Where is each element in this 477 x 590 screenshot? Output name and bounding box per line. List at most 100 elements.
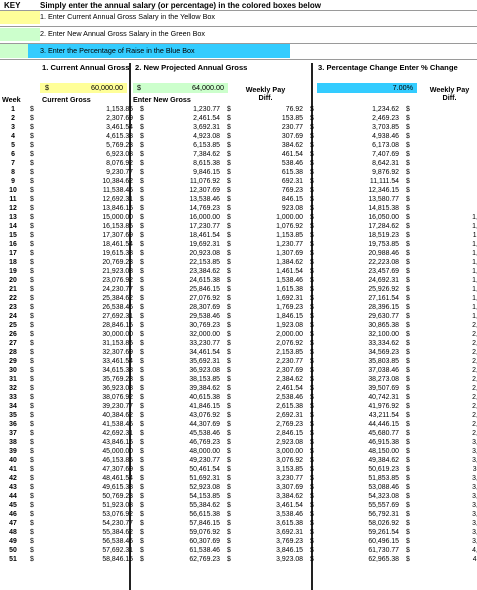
current-gross-cell: 6,923.08 xyxy=(106,151,133,158)
weekly-diff-cell: 1,846.15 xyxy=(276,313,303,320)
current-gross-cell: 20,769.23 xyxy=(102,259,133,266)
percent-gross-cell: 20,988.46 xyxy=(368,250,399,257)
currency-symbol: $ xyxy=(140,106,144,113)
currency-symbol: $ xyxy=(30,385,34,392)
currency-symbol: $ xyxy=(140,268,144,275)
currency-symbol: $ xyxy=(30,538,34,545)
currency-symbol: $ xyxy=(310,106,314,113)
new-gross-cell: 50,461.54 xyxy=(189,466,220,473)
percent-gross-cell: 7,407.69 xyxy=(372,151,399,158)
new-gross-cell: 14,769.23 xyxy=(189,205,220,212)
currency-symbol: $ xyxy=(30,214,34,221)
week-number: 37 xyxy=(9,430,17,437)
currency-symbol: $ xyxy=(30,133,34,140)
currency-symbol: $ xyxy=(30,250,34,257)
currency-symbol: $ xyxy=(140,421,144,428)
currency-symbol: $ xyxy=(30,493,34,500)
new-gross-cell: 30,769.23 xyxy=(189,322,220,329)
percent-gross-cell: 54,323.08 xyxy=(368,493,399,500)
currency-symbol: $ xyxy=(227,448,231,455)
table-row: 20 $23,076.92 $24,615.38 $1,538.46 $24,692.3… xyxy=(0,276,477,285)
currency-symbol: $ xyxy=(310,421,314,428)
currency-symbol: $ xyxy=(406,412,410,419)
currency-symbol: $ xyxy=(227,232,231,239)
currency-symbol: $ xyxy=(140,385,144,392)
current-gross-cell: 17,307.69 xyxy=(102,232,133,239)
new-gross-cell: 61,538.46 xyxy=(189,547,220,554)
currency-symbol: $ xyxy=(30,403,34,410)
currency-symbol: $ xyxy=(30,178,34,185)
currency-symbol: $ xyxy=(30,556,34,563)
currency-symbol: $ xyxy=(406,295,410,302)
percent-gross-cell: 37,038.46 xyxy=(368,367,399,374)
percent-gross-cell: 62,965.38 xyxy=(368,556,399,563)
percent-gross-cell: 51,853.85 xyxy=(368,475,399,482)
currency-symbol: $ xyxy=(30,547,34,554)
weekly-diff-cell: 1,307.69 xyxy=(276,250,303,257)
current-gross-cell: 34,615.38 xyxy=(102,367,133,374)
percent-gross-cell: 38,273.08 xyxy=(368,376,399,383)
table-row: 3 $3,461.54 $3,692.31 $230.77 $3,703.85 $242.… xyxy=(0,123,477,132)
percent-gross-cell: 16,050.00 xyxy=(368,214,399,221)
new-gross-cell: 51,692.31 xyxy=(189,475,220,482)
currency-symbol: $ xyxy=(227,493,231,500)
current-gross-cell: 53,076.92 xyxy=(102,511,133,518)
current-gross-cell: 38,076.92 xyxy=(102,394,133,401)
week-number: 11 xyxy=(9,196,17,203)
new-gross-cell: 40,615.38 xyxy=(189,394,220,401)
currency-symbol: $ xyxy=(30,484,34,491)
section2-title: 2. New Projected Annual Gross xyxy=(135,63,248,72)
week-number: 40 xyxy=(9,457,17,464)
current-gross-cell: 46,153.85 xyxy=(102,457,133,464)
currency-symbol: $ xyxy=(406,502,410,509)
current-gross-cell: 57,692.31 xyxy=(102,547,133,554)
currency-symbol: $ xyxy=(310,115,314,122)
new-gross-input[interactable]: $ 64,000.00 xyxy=(133,83,228,93)
currency-symbol: $ xyxy=(227,142,231,149)
currency-symbol: $ xyxy=(140,331,144,338)
new-gross-cell: 49,230.77 xyxy=(189,457,220,464)
table-row: 34 $39,230.77 $41,846.15 $2,615.38 $41,976.9… xyxy=(0,402,477,411)
percent-weekly-diff-cell: 1,211.54 xyxy=(472,232,477,239)
currency-symbol: $ xyxy=(140,322,144,329)
new-gross-cell: 16,000.00 xyxy=(189,214,220,221)
table-row: 32 $36,923.08 $39,384.62 $2,461.54 $39,507.6… xyxy=(0,384,477,393)
currency-symbol: $ xyxy=(30,412,34,419)
new-gross-cell: 22,153.85 xyxy=(189,259,220,266)
new-gross-cell: 56,615.38 xyxy=(189,511,220,518)
current-gross-cell: 36,923.08 xyxy=(102,385,133,392)
new-gross-cell: 20,923.08 xyxy=(189,250,220,257)
percent-change-input[interactable]: 7.00% xyxy=(317,83,417,93)
percent-weekly-diff-cell: 888.46 xyxy=(420,195,477,204)
weekly-diff-cell: 2,923.08 xyxy=(276,439,303,446)
currency-symbol: $ xyxy=(406,349,410,356)
week-number: 13 xyxy=(9,214,17,221)
weekly-diff-cell: 3,692.31 xyxy=(276,529,303,536)
new-gross-cell: 46,769.23 xyxy=(189,439,220,446)
currency-symbol: $ xyxy=(227,403,231,410)
table-row: 30 $34,615.38 $36,923.08 $2,307.69 $37,038.4… xyxy=(0,366,477,375)
currency-symbol: $ xyxy=(140,196,144,203)
currency-symbol: $ xyxy=(310,412,314,419)
currency-symbol: $ xyxy=(227,268,231,275)
table-row: 25 $28,846.15 $30,769.23 $1,923.08 $30,865.3… xyxy=(0,321,477,330)
week-number: 6 xyxy=(11,151,15,158)
currency-symbol: $ xyxy=(310,268,314,275)
currency-symbol: $ xyxy=(227,367,231,374)
currency-symbol: $ xyxy=(310,259,314,266)
current-gross-cell: 28,846.15 xyxy=(102,322,133,329)
week-number: 51 xyxy=(9,556,17,563)
currency-symbol: $ xyxy=(310,430,314,437)
currency-symbol: $ xyxy=(310,277,314,284)
weekly-diff-cell: 923.08 xyxy=(281,205,303,212)
week-number: 27 xyxy=(9,340,17,347)
week-number: 48 xyxy=(9,529,17,536)
percent-gross-cell: 13,580.77 xyxy=(368,196,399,203)
current-gross-input[interactable]: $ 60,000.00 xyxy=(40,83,127,93)
currency-symbol: $ xyxy=(227,277,231,284)
currency-symbol: $ xyxy=(30,232,34,239)
currency-symbol: $ xyxy=(227,340,231,347)
table-row: 33 $38,076.92 $40,615.38 $2,538.46 $40,742.3… xyxy=(0,393,477,402)
current-gross-cell: 39,230.77 xyxy=(102,403,133,410)
currency-symbol: $ xyxy=(30,511,34,518)
